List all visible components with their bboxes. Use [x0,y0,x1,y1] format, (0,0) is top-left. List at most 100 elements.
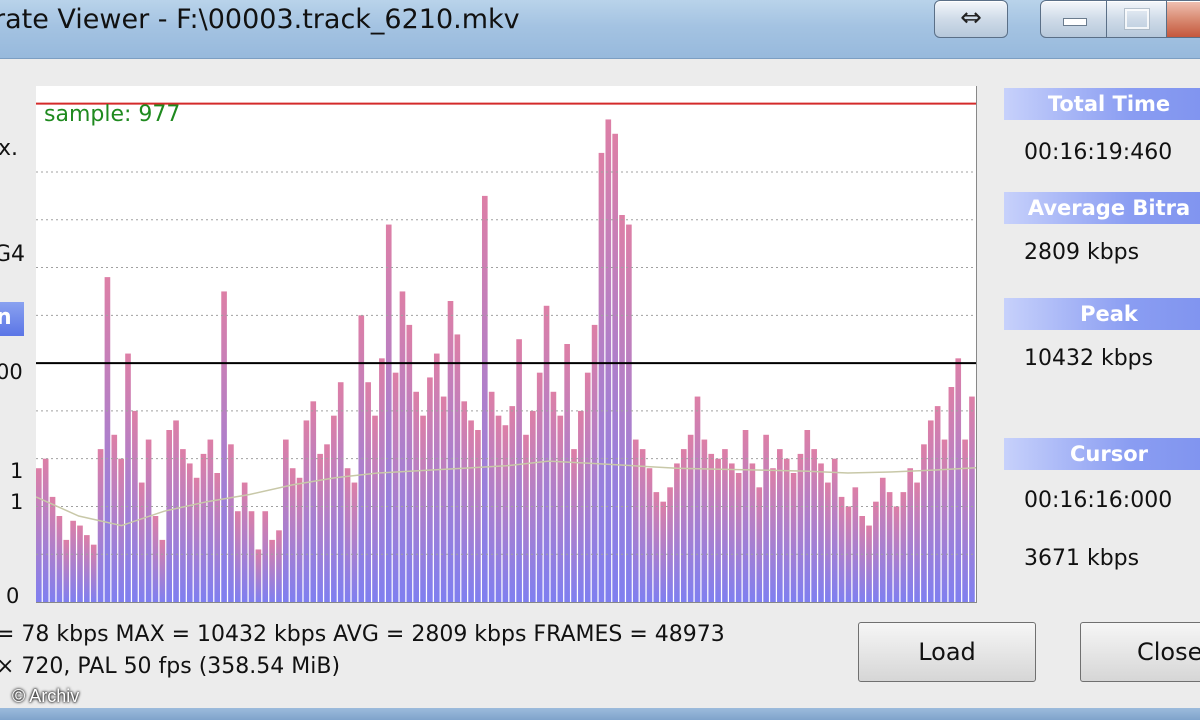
bar [825,482,831,602]
average-bitrate-header: Average Bitra [1004,192,1200,224]
close-window-button[interactable] [1166,0,1200,38]
bar [694,396,701,602]
bar [447,301,454,602]
bar [317,453,323,602]
bar [324,444,330,602]
bar [392,372,399,602]
cursor-bitrate-value: 3671 kbps [1024,546,1140,571]
bar [722,449,728,602]
bar [756,487,763,602]
bar [296,477,303,602]
bar [619,215,625,602]
bar [495,415,502,602]
bar [955,358,962,602]
bar [166,430,172,602]
bar [571,449,577,602]
bar [804,430,811,602]
bar [159,539,166,602]
bar [969,396,975,602]
bar [536,372,543,602]
bar [646,468,653,602]
bar [49,496,56,602]
bar [852,487,859,602]
close-button[interactable]: Close [1080,622,1200,682]
peak-header: Peak [1004,298,1200,330]
bar [516,339,522,602]
bar [543,305,550,602]
bar [523,434,529,602]
bar [770,468,776,602]
bar [221,291,227,602]
bar [859,516,865,602]
bar [948,387,955,602]
bar [461,401,468,602]
bar [138,482,145,602]
minimize-button[interactable] [1040,0,1108,38]
bar [550,391,557,602]
bar [310,401,317,602]
bar [660,501,667,602]
minimize-icon [1063,18,1087,26]
bar [379,358,385,602]
bar [687,434,694,602]
average-bitrate-value: 2809 kbps [1024,240,1140,265]
bar [873,501,879,602]
bar [406,324,413,602]
bar [118,458,124,602]
bar [831,458,838,602]
bar [626,224,632,602]
bar [214,473,221,602]
bar [701,439,708,602]
left-fragment-text: x. [0,136,19,161]
bar [557,415,564,602]
bar [63,539,70,602]
bar [612,133,618,602]
bar [715,458,721,602]
bar [303,420,310,602]
y-tick-label: 00 [0,360,23,384]
bar [900,492,907,602]
left-section-header: n [0,302,24,336]
bar [584,372,591,602]
bar [36,468,42,602]
bar [385,224,392,602]
y-tick-label: 1 [10,459,24,483]
bar [413,391,419,602]
title-bar[interactable]: rate Viewer - F:\00003.track_6210.mkv ⇔ [0,0,1200,59]
bitrate-graph-svg[interactable] [36,86,976,602]
swap-button[interactable]: ⇔ [934,0,1008,38]
bar [97,449,104,602]
maximize-button[interactable] [1106,0,1168,38]
bar [255,549,262,602]
bar [797,453,804,602]
window-bottom-border [0,708,1200,720]
bar [653,492,660,602]
bar [152,516,159,602]
bar [337,382,344,602]
bar [777,449,783,602]
bar [420,415,426,602]
bar [468,420,474,602]
bar [125,353,131,602]
bar [481,195,488,602]
bar [207,439,214,602]
bar [879,477,886,602]
bar [269,539,275,602]
bar [344,468,351,602]
maximize-icon [1124,8,1150,30]
bar [886,492,893,602]
bar [502,425,509,602]
bitrate-graph[interactable]: sample: 977 [36,86,977,603]
bar [399,291,406,602]
bar [104,277,111,602]
watermark: © Archiv [12,686,80,706]
bar [365,382,371,602]
bar [180,449,186,602]
bar [70,520,76,602]
bar [248,511,255,602]
bar [818,463,824,602]
bar [111,434,118,602]
bar [708,453,715,602]
double-arrow-icon: ⇔ [960,3,982,33]
load-button[interactable]: Load [858,622,1036,682]
